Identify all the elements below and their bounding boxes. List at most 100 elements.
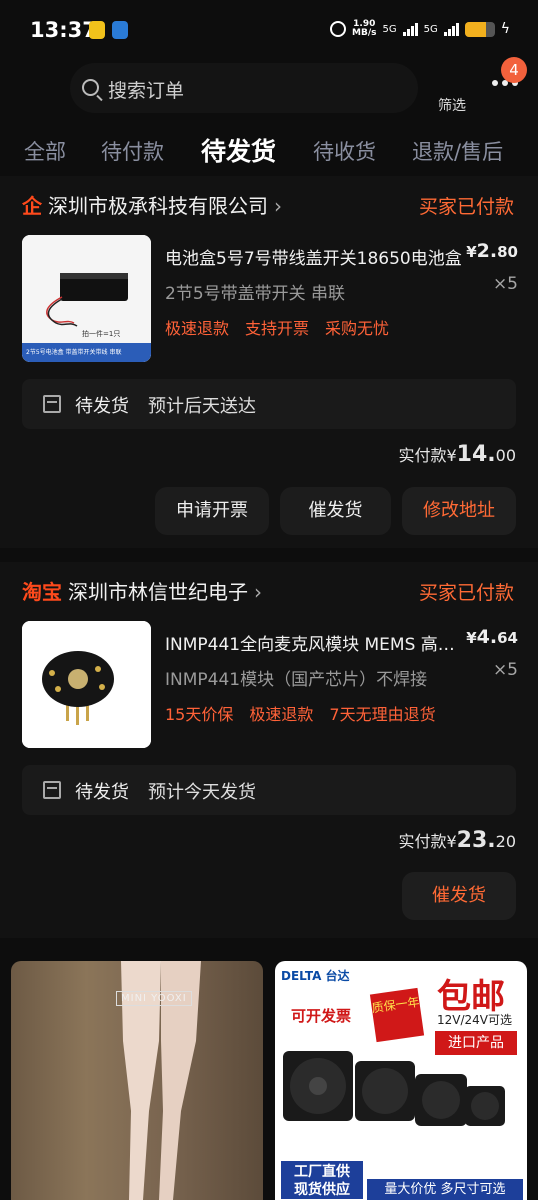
clock: 13:37 — [30, 18, 97, 42]
service-tag: 采购无忧 — [325, 319, 390, 338]
brand-logo: DELTA 台达 — [281, 969, 350, 983]
total-paid: 实付款¥14.00 — [398, 442, 516, 467]
thumb-caption: 2节5号电池盒 带盖带开关带线 串联 — [26, 349, 122, 356]
recommendation-card[interactable]: DELTA 台达 包邮 12V/24V可选 可开发票 质保一年 进口产品 工厂直… — [275, 961, 527, 1200]
notification-app-icon-2 — [112, 21, 128, 39]
quantity: ×5 — [492, 660, 518, 680]
battery-icon — [464, 21, 495, 37]
tab-refund[interactable]: 退款/售后 — [412, 136, 503, 166]
package-icon — [43, 395, 61, 413]
alarm-icon — [330, 21, 347, 37]
unit-price: ¥2.80 — [466, 240, 518, 262]
quantity: ×5 — [492, 274, 518, 294]
bottom-note: 量大价优 多尺寸可选 — [367, 1179, 523, 1200]
sim2-label: 5G — [423, 23, 438, 35]
paid-int: 23. — [456, 828, 496, 853]
price-symbol: ¥ — [466, 243, 477, 261]
paid-symbol: ¥ — [446, 446, 457, 465]
network-speed: 1.90 MB/s — [352, 20, 376, 38]
tab-pending-receipt[interactable]: 待收货 — [313, 136, 376, 166]
status-indicators: 1.90 MB/s 5G 5G ϟ — [330, 20, 510, 38]
signal-icon — [402, 22, 418, 36]
product-image[interactable] — [22, 621, 151, 748]
filter-button[interactable]: 筛选 — [438, 95, 466, 115]
service-tags: 15天价保 极速退款 7天无理由退货 — [165, 701, 436, 725]
microphone-module-image — [22, 621, 151, 748]
notification-app-icon — [89, 21, 105, 39]
paid-dec: 00 — [495, 446, 516, 465]
shipping-status: 待发货 — [75, 782, 129, 803]
paid-int: 14. — [456, 442, 496, 467]
shop-mark: 淘宝 — [22, 580, 62, 604]
fans-image — [283, 1051, 505, 1126]
urge-shipment-button[interactable]: 催发货 — [280, 487, 391, 535]
status-bar: 13:37 1.90 MB/s 5G 5G ϟ — [0, 0, 538, 62]
shop-name-link[interactable]: 淘宝 深圳市林信世纪电子 › — [22, 576, 262, 605]
watermark: MINI YOOXI — [116, 991, 192, 1006]
shipping-info[interactable]: 待发货 预计后天送达 — [22, 379, 516, 429]
invoice-text: 可开发票 — [291, 1007, 352, 1025]
sim1-label: 5G — [382, 23, 397, 35]
recommendation-card[interactable]: MINI YOOXI — [11, 961, 263, 1200]
chevron-right-icon: › — [274, 194, 282, 218]
service-tag: 15天价保 — [165, 705, 234, 724]
search-bar[interactable]: 搜索订单 — [70, 63, 418, 113]
product-spec: 2节5号带盖带开关 串联 — [165, 284, 346, 304]
factory-line-2: 现货供应 — [294, 1182, 350, 1198]
thumb-tag: 拍一件=1只 — [82, 330, 121, 338]
service-tags: 极速退款 支持开票 采购无忧 — [165, 315, 389, 339]
shop-name-link[interactable]: 企深圳市极承科技有限公司 › — [22, 190, 282, 219]
battery-box-image — [22, 235, 151, 362]
chevron-right-icon: › — [254, 580, 262, 604]
price-dec: 80 — [497, 243, 518, 261]
shop-name: 深圳市极承科技有限公司 — [48, 194, 268, 218]
paid-label: 实付款 — [398, 446, 447, 465]
request-invoice-button[interactable]: 申请开票 — [155, 487, 269, 535]
shipping-info[interactable]: 待发货 预计今天发货 — [22, 765, 516, 815]
order-status: 买家已付款 — [418, 582, 514, 604]
notification-badge: 4 — [501, 57, 527, 83]
network-speed-unit: MB/s — [352, 28, 377, 38]
shipping-status: 待发货 — [75, 396, 129, 417]
factory-line-1: 工厂直供 — [294, 1164, 350, 1180]
warranty-badge: 质保一年 — [369, 987, 425, 1043]
price-symbol: ¥ — [466, 629, 477, 647]
service-tag: 极速退款 — [249, 705, 314, 724]
tab-pending-shipment[interactable]: 待发货 — [201, 132, 276, 168]
battery-fill — [464, 21, 486, 37]
shop-name: 深圳市林信世纪电子 — [68, 580, 248, 604]
product-title[interactable]: 电池盒5号7号带线盖开关18650电池盒 — [165, 244, 465, 269]
search-icon — [82, 79, 99, 96]
order-card[interactable]: 淘宝 深圳市林信世纪电子 › 买家已付款 INMP441全向麦克风模块 MEMS 高… — [0, 562, 538, 938]
signal-icon-2 — [443, 22, 459, 36]
shipping-eta: 预计后天送达 — [148, 396, 256, 417]
price-int: 4. — [476, 626, 498, 648]
product-title[interactable]: INMP441全向麦克风模块 MEMS 高精度 — [165, 630, 465, 655]
price-dec: 64 — [497, 629, 518, 647]
paid-dec: 20 — [495, 832, 516, 851]
service-tag: 支持开票 — [245, 319, 310, 338]
price-int: 2. — [476, 240, 498, 262]
shop-mark: 企 — [22, 194, 42, 218]
paid-label: 实付款 — [398, 832, 447, 851]
shipping-eta: 预计今天发货 — [148, 782, 256, 803]
tab-pending-payment[interactable]: 待付款 — [101, 136, 164, 166]
order-card[interactable]: 企深圳市极承科技有限公司 › 买家已付款 拍一件=1只 2节5号电池盒 带盖带开关… — [0, 176, 538, 548]
factory-badge: 工厂直供 现货供应 — [281, 1161, 363, 1199]
search-placeholder: 搜索订单 — [108, 80, 185, 102]
order-status: 买家已付款 — [418, 196, 514, 218]
paid-symbol: ¥ — [446, 832, 457, 851]
product-image[interactable]: 拍一件=1只 2节5号电池盒 带盖带开关带线 串联 — [22, 235, 151, 362]
unit-price: ¥4.64 — [466, 626, 518, 648]
service-tag: 极速退款 — [165, 319, 230, 338]
urge-shipment-button[interactable]: 催发货 — [402, 872, 516, 920]
more-dot — [492, 80, 498, 86]
voltage: 12V/24V可选 — [437, 1013, 513, 1027]
total-paid: 实付款¥23.20 — [398, 828, 516, 853]
product-spec: INMP441模块（国产芯片）不焊接 — [165, 670, 428, 690]
service-tag: 7天无理由退货 — [329, 705, 436, 724]
charging-icon: ϟ — [500, 21, 510, 37]
change-address-button[interactable]: 修改地址 — [402, 487, 516, 535]
tab-all[interactable]: 全部 — [24, 136, 66, 166]
package-icon — [43, 781, 61, 799]
